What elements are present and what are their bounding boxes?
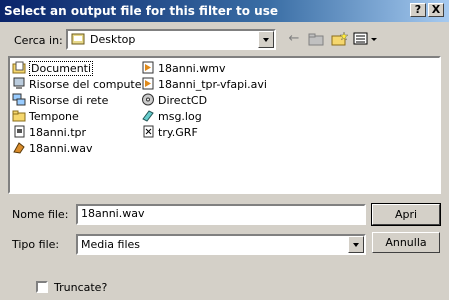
back-icon[interactable]: ←: [284, 30, 304, 48]
desktop-icon: [71, 33, 85, 49]
file-item-18anni-tpr[interactable]: 18anni.tpr: [12, 125, 86, 141]
file-item-try-grf[interactable]: try.GRF: [141, 125, 198, 141]
lookin-label: Cerca in:: [14, 34, 63, 47]
help-button[interactable]: ?: [410, 3, 426, 17]
filename-field[interactable]: 18anni.wav: [76, 204, 366, 225]
filetype-dropdown[interactable]: Media files: [76, 234, 366, 255]
file-item-18anni-wmv[interactable]: 18anni.wmv: [141, 61, 225, 77]
filetype-dropdown-arrow[interactable]: [348, 236, 364, 253]
dialog-title: Select an output file for this filter to…: [4, 4, 279, 18]
lookin-dropdown-arrow[interactable]: [258, 31, 274, 48]
filename-label: Nome file:: [12, 208, 69, 221]
file-item-tempone[interactable]: Tempone: [12, 109, 79, 125]
file-item-risorse-rete[interactable]: Risorse di rete: [12, 93, 108, 109]
media-file-icon: [141, 77, 155, 90]
lookin-value: Desktop: [90, 33, 136, 46]
media-file-icon: [141, 61, 155, 74]
audio-file-icon: [12, 141, 26, 154]
file-item-documenti[interactable]: Documenti: [12, 61, 94, 77]
graph-file-icon: [141, 125, 155, 138]
file-icon: [12, 125, 26, 138]
filetype-label: Tipo file:: [12, 238, 60, 251]
view-menu-icon[interactable]: [352, 30, 380, 48]
cd-icon: [141, 93, 155, 106]
log-file-icon: [141, 109, 155, 122]
cancel-button[interactable]: Annulla: [372, 232, 440, 253]
file-list[interactable]: Documenti Risorse del computer Risorse d…: [8, 56, 441, 194]
truncate-label: Truncate?: [54, 281, 108, 294]
computer-icon: [12, 77, 26, 90]
close-button[interactable]: X: [428, 3, 444, 17]
folder-icon: [12, 109, 26, 122]
file-item-18anni-avi[interactable]: 18anni_tpr-vfapi.avi: [141, 77, 267, 93]
truncate-checkbox[interactable]: [36, 281, 48, 293]
folder-documents-icon: [12, 61, 26, 74]
file-item-msg-log[interactable]: msg.log: [141, 109, 202, 125]
up-folder-icon[interactable]: [306, 30, 326, 48]
lookin-dropdown[interactable]: Desktop: [66, 29, 276, 50]
open-button[interactable]: Apri: [371, 203, 441, 226]
title-bar: Select an output file for this filter to…: [0, 0, 449, 22]
network-icon: [12, 93, 26, 106]
file-item-risorse-computer[interactable]: Risorse del computer: [12, 77, 146, 93]
new-folder-icon[interactable]: [330, 30, 350, 48]
file-item-directcd[interactable]: DirectCD: [141, 93, 207, 109]
file-item-18anni-wav[interactable]: 18anni.wav: [12, 141, 92, 157]
filetype-value: Media files: [81, 238, 141, 251]
